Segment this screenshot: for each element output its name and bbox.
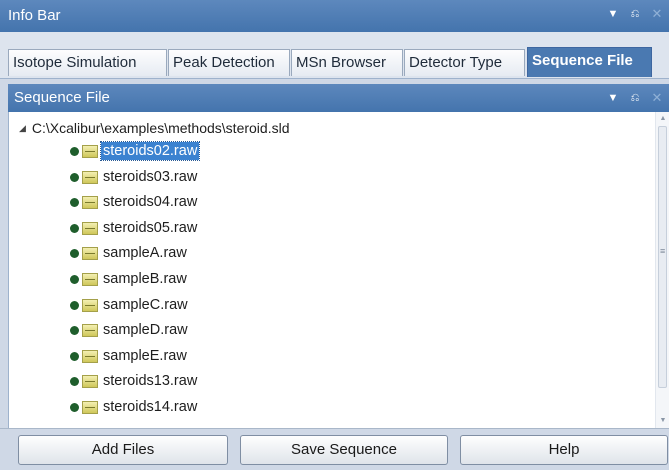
tree-file-item[interactable]: steroids02.raw [70, 140, 201, 162]
titlebar-controls: ▼ ⎌ ✕ [607, 6, 663, 22]
close-icon[interactable]: ✕ [651, 90, 663, 106]
file-name: sampleB.raw [103, 271, 187, 287]
status-dot-icon [70, 223, 79, 233]
raw-file-icon [82, 144, 98, 158]
tree-file-item[interactable]: sampleD.raw [70, 319, 190, 341]
raw-file-icon [82, 400, 98, 414]
help-button[interactable]: Help [460, 435, 668, 465]
tree-file-item[interactable]: steroids13.raw [70, 370, 199, 392]
file-name: steroids05.raw [103, 220, 198, 236]
tree-file-item[interactable]: steroids03.raw [70, 166, 199, 188]
add-files-button[interactable]: Add Files [18, 435, 228, 465]
status-dot-icon [70, 197, 79, 207]
status-dot-icon [70, 300, 79, 310]
tree-file-item[interactable]: steroids05.raw [70, 217, 199, 239]
chevron-down-icon[interactable]: ▼ [607, 92, 619, 104]
tree-file-item[interactable]: sampleC.raw [70, 294, 190, 316]
status-dot-icon [70, 274, 79, 284]
file-name: steroids02.raw [99, 141, 201, 161]
raw-file-icon [82, 170, 98, 184]
raw-file-icon [82, 195, 98, 209]
scrollbar-thumb[interactable]: ≡ [658, 126, 667, 388]
raw-file-icon [82, 272, 98, 286]
tab-strip: Isotope Simulation Peak Detection MSn Br… [0, 32, 669, 79]
chevron-down-icon[interactable]: ▼ [607, 8, 619, 20]
raw-file-icon [82, 374, 98, 388]
status-dot-icon [70, 325, 79, 335]
scroll-down-icon[interactable]: ▼ [656, 414, 669, 428]
status-dot-icon [70, 172, 79, 182]
status-dot-icon [70, 376, 79, 386]
file-name: sampleA.raw [103, 245, 187, 261]
sequence-file-panel-header: Sequence File ▼ ⎌ ✕ [8, 84, 669, 112]
tree-root-node[interactable]: ◢ C:\Xcalibur\examples\methods\steroid.s… [19, 120, 289, 136]
tab-detector-type[interactable]: Detector Type [404, 49, 525, 76]
tree-file-item[interactable]: steroids14.raw [70, 396, 199, 418]
raw-file-icon [82, 246, 98, 260]
tab-sequence-file[interactable]: Sequence File [527, 47, 652, 77]
raw-file-icon [82, 349, 98, 363]
tab-msn-browser[interactable]: MSn Browser [291, 49, 403, 76]
button-bar: Add Files Save Sequence Help [0, 428, 669, 470]
raw-file-icon [82, 298, 98, 312]
grip-icon: ≡ [660, 246, 666, 256]
file-name: steroids13.raw [103, 373, 198, 389]
root-path-label: C:\Xcalibur\examples\methods\steroid.sld [31, 120, 290, 136]
tab-isotope-simulation[interactable]: Isotope Simulation [8, 49, 167, 76]
raw-file-icon [82, 323, 98, 337]
scroll-up-icon[interactable]: ▲ [656, 112, 669, 126]
file-name: sampleD.raw [103, 322, 188, 338]
panel-title: Sequence File [14, 89, 110, 106]
tree-file-item[interactable]: sampleE.raw [70, 345, 189, 367]
file-name: steroids04.raw [103, 194, 198, 210]
status-dot-icon [70, 146, 79, 156]
sequence-tree[interactable]: ◢ C:\Xcalibur\examples\methods\steroid.s… [8, 112, 669, 428]
file-name: sampleC.raw [103, 297, 188, 313]
raw-file-icon [82, 221, 98, 235]
pin-icon[interactable]: ⎌ [629, 8, 641, 21]
file-name: sampleE.raw [103, 348, 187, 364]
file-name: steroids03.raw [103, 169, 198, 185]
info-bar-titlebar: Info Bar ▼ ⎌ ✕ [0, 0, 669, 32]
tree-file-item[interactable]: sampleA.raw [70, 242, 189, 264]
status-dot-icon [70, 248, 79, 258]
status-dot-icon [70, 351, 79, 361]
file-name: steroids14.raw [103, 399, 198, 415]
tab-peak-detection[interactable]: Peak Detection [168, 49, 290, 76]
tree-file-item[interactable]: sampleB.raw [70, 268, 189, 290]
tree-file-item[interactable]: steroids04.raw [70, 191, 199, 213]
collapse-arrow-icon[interactable]: ◢ [19, 123, 26, 134]
status-dot-icon [70, 402, 79, 412]
window-title: Info Bar [8, 7, 61, 24]
vertical-scrollbar[interactable]: ▲ ≡ ▼ [655, 112, 669, 428]
close-icon[interactable]: ✕ [651, 6, 663, 22]
panel-controls: ▼ ⎌ ✕ [607, 90, 663, 106]
save-sequence-button[interactable]: Save Sequence [240, 435, 448, 465]
pin-icon[interactable]: ⎌ [629, 92, 641, 105]
